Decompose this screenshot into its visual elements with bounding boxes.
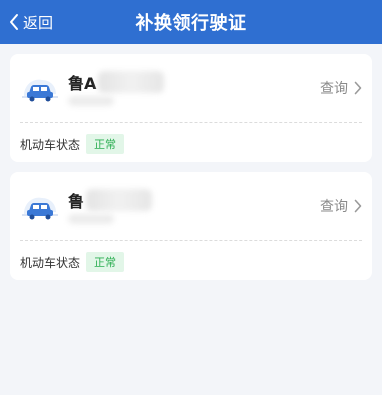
status-label: 机动车状态 — [20, 137, 81, 152]
query-button[interactable]: 查询 — [320, 196, 362, 216]
vehicle-status-row: 机动车状态 正常 — [20, 134, 125, 154]
plate-prefix: 鲁A — [68, 74, 97, 93]
dashed-divider — [20, 122, 362, 123]
plate-prefix: 鲁 — [68, 192, 85, 211]
license-plate: 鲁 — [68, 188, 153, 212]
query-label: 查询 — [320, 81, 348, 97]
chevron-right-icon — [354, 199, 362, 213]
status-badge: 正常 — [86, 134, 125, 154]
page-title: 补换领行驶证 — [135, 13, 247, 34]
license-plate: 鲁A — [68, 70, 165, 94]
car-icon — [22, 79, 58, 102]
dashed-divider — [20, 240, 362, 241]
vehicle-status-row: 机动车状态 正常 — [20, 252, 125, 272]
vehicle-card[interactable]: 鲁A 查询 机动车状态 正常 — [10, 54, 372, 162]
top-nav-bar: 返回 补换领行驶证 — [0, 0, 382, 44]
query-label: 查询 — [320, 199, 348, 215]
car-icon — [22, 197, 58, 220]
vehicle-card[interactable]: 鲁 查询 机动车状态 正常 — [10, 172, 372, 280]
chevron-right-icon — [354, 81, 362, 95]
vehicle-subtitle-redacted — [68, 96, 114, 106]
plate-redacted — [86, 189, 153, 211]
status-badge: 正常 — [86, 252, 125, 272]
query-button[interactable]: 查询 — [320, 78, 362, 98]
status-label: 机动车状态 — [20, 255, 81, 270]
plate-redacted — [98, 71, 165, 93]
vehicle-subtitle-redacted — [68, 214, 114, 224]
